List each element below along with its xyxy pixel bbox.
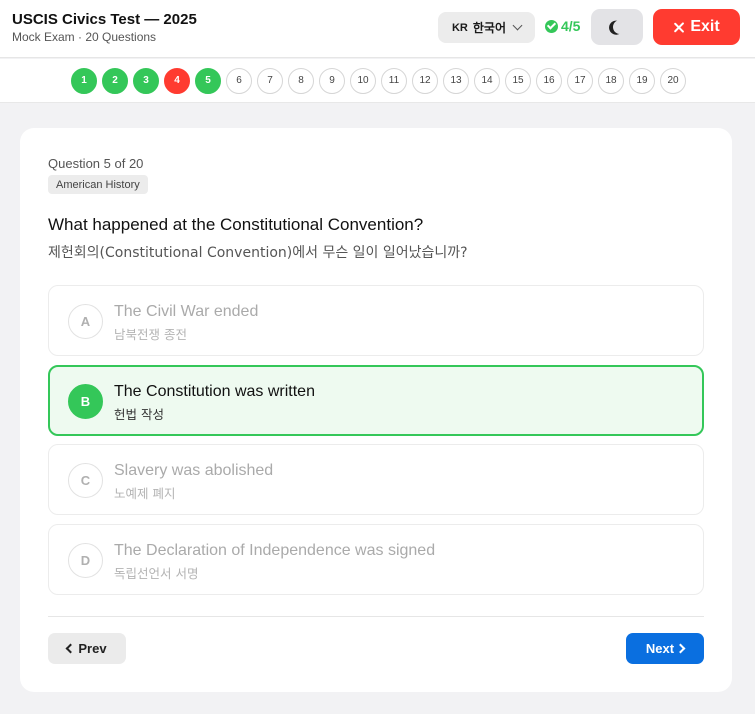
prev-button[interactable]: Prev — [48, 633, 126, 664]
option-letter: B — [68, 384, 103, 419]
answer-option-a[interactable]: A The Civil War ended 남북전쟁 종전 — [48, 285, 704, 356]
question-text: What happened at the Constitutional Conv… — [48, 215, 424, 234]
question-nav-dot[interactable]: 9 — [319, 67, 345, 94]
app-subtitle: Mock Exam · 20 Questions — [12, 30, 157, 44]
next-label: Next — [645, 641, 675, 656]
option-translation: 헌법 작성 — [114, 407, 164, 422]
question-nav-dot[interactable]: 12 — [412, 67, 438, 94]
question-nav-dot[interactable]: 4 — [164, 67, 190, 94]
option-text: Slavery was abolished — [114, 462, 274, 479]
question-card: Question 5 of 20 American History What h… — [20, 128, 732, 692]
question-nav-dot[interactable]: 1 — [71, 67, 97, 94]
prev-label: Prev — [78, 641, 107, 656]
exit-label: Exit — [690, 18, 720, 35]
option-text: The Civil War ended — [114, 303, 259, 320]
question-progress-bar: 1 2 3 4 5 6 7 8 9 10 11 12 13 14 15 16 17 18 19 20 — [0, 59, 755, 103]
option-translation: 남북전쟁 종전 — [114, 327, 187, 342]
question-nav-dot[interactable]: 5 — [195, 67, 221, 94]
question-nav-dot[interactable]: 2 — [102, 67, 128, 94]
answer-option-c[interactable]: C Slavery was abolished 노예제 폐지 — [48, 444, 704, 515]
option-translation: 노예제 폐지 — [114, 486, 176, 501]
score-value: 4/5 — [561, 18, 581, 34]
chevron-down-icon — [512, 20, 523, 31]
chevron-left-icon — [65, 643, 76, 654]
question-nav-dot[interactable]: 8 — [288, 67, 314, 94]
divider — [48, 616, 704, 617]
exit-button[interactable]: Exit — [653, 9, 740, 45]
question-nav-dot[interactable]: 19 — [629, 67, 655, 94]
chevron-right-icon — [675, 643, 686, 654]
moon-icon — [612, 19, 628, 35]
question-nav-dot[interactable]: 15 — [505, 67, 531, 94]
language-code: KR — [451, 21, 468, 34]
option-text: The Declaration of Independence was sign… — [114, 542, 436, 559]
question-nav-dot[interactable]: 20 — [660, 67, 686, 94]
question-translation: 제헌회의(Constitutional Convention)에서 무슨 일이 … — [48, 245, 468, 261]
question-nav-dot[interactable]: 14 — [474, 67, 500, 94]
option-translation: 독립선언서 서명 — [114, 566, 199, 581]
check-circle-icon — [545, 19, 558, 33]
option-letter: A — [68, 304, 103, 339]
option-letter: D — [68, 543, 103, 578]
question-nav-dot[interactable]: 11 — [381, 67, 407, 94]
answer-option-b[interactable]: B The Constitution was written 헌법 작성 — [48, 365, 704, 436]
question-nav-dot[interactable]: 17 — [567, 67, 593, 94]
close-icon — [673, 22, 684, 33]
question-nav-dot[interactable]: 10 — [350, 67, 376, 94]
theme-toggle-button[interactable] — [591, 9, 643, 45]
next-button[interactable]: Next — [626, 633, 704, 664]
option-letter: C — [68, 463, 103, 498]
top-bar: USCIS Civics Test — 2025 Mock Exam · 20 … — [0, 0, 755, 58]
question-nav-dot[interactable]: 13 — [443, 67, 469, 94]
question-nav-dot[interactable]: 18 — [598, 67, 624, 94]
question-nav-dot[interactable]: 7 — [257, 67, 283, 94]
app-title: USCIS Civics Test — 2025 — [12, 11, 197, 28]
language-name: 한국어 — [472, 21, 506, 35]
question-nav-dot[interactable]: 16 — [536, 67, 562, 94]
answer-option-d[interactable]: D The Declaration of Independence was si… — [48, 524, 704, 595]
category-badge: American History — [48, 175, 148, 194]
language-selector[interactable]: KR 한국어 — [438, 12, 535, 43]
option-text: The Constitution was written — [114, 383, 315, 400]
score-indicator: 4/5 — [545, 18, 580, 34]
question-nav-dot[interactable]: 3 — [133, 67, 159, 94]
question-nav-dot[interactable]: 6 — [226, 67, 252, 94]
question-counter: Question 5 of 20 — [48, 156, 144, 171]
